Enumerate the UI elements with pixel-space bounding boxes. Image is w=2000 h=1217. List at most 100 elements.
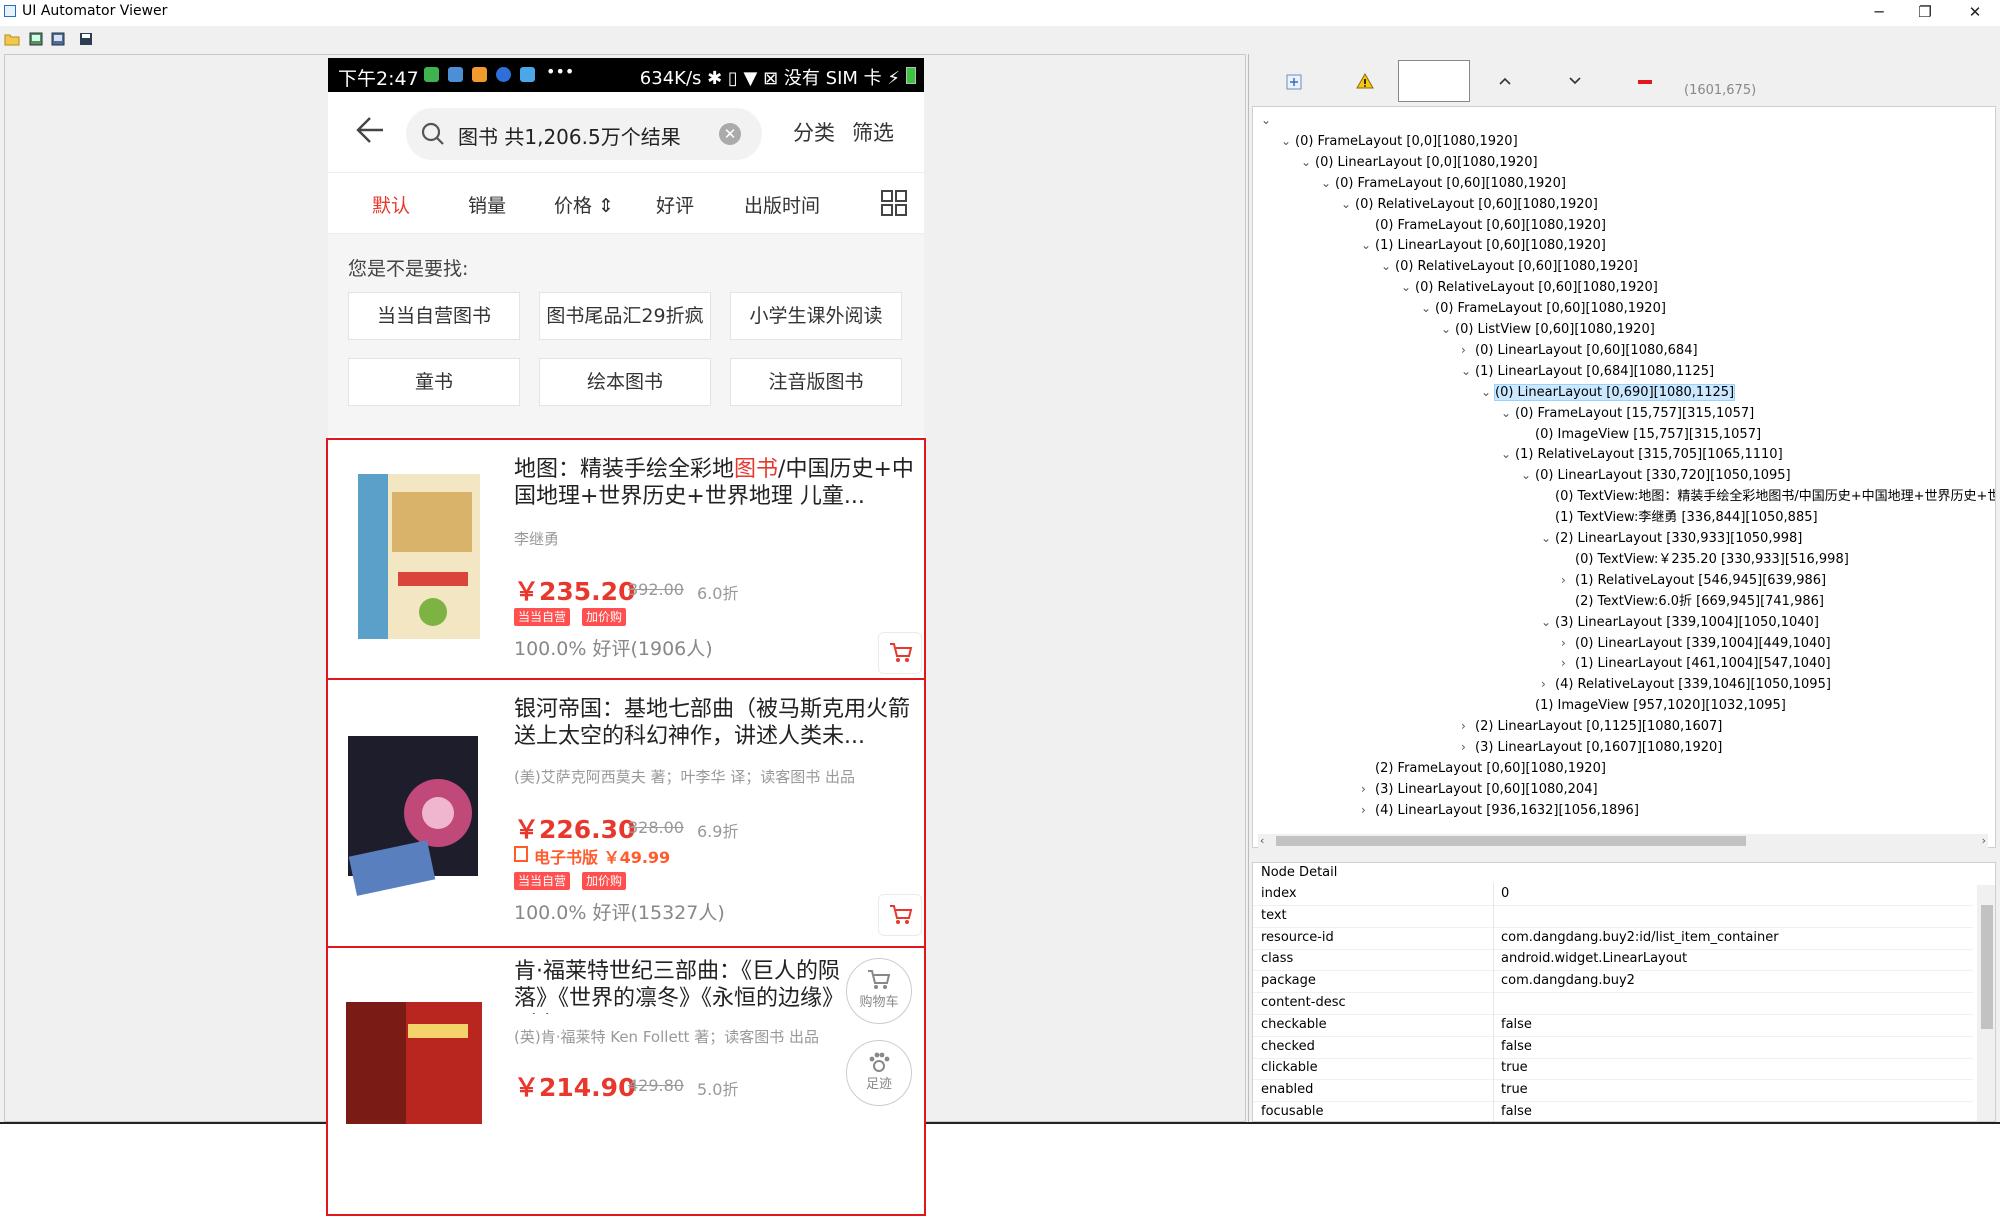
chevron-down-icon[interactable]: ⌄	[1421, 299, 1435, 318]
detail-row[interactable]: enabled true	[1253, 1079, 1973, 1103]
tree-node[interactable]: › (4) RelativeLayout [339,1046][1050,1095…	[1541, 675, 1831, 694]
tree-node[interactable]: (2) TextView:6.0折 [669,945][741,986]	[1561, 592, 1824, 611]
chevron-down-icon[interactable]: ⌄	[1521, 466, 1535, 485]
tree-node[interactable]: ⌄ (3) LinearLayout [339,1004][1050,1040]	[1541, 613, 1819, 632]
chevron-right-icon[interactable]: ›	[1541, 675, 1555, 694]
chevron-down-icon[interactable]: ⌄	[1501, 445, 1515, 464]
sort-publish-date-tab[interactable]: 出版时间	[744, 191, 820, 218]
chevron-down-icon[interactable]: ⌄	[1361, 236, 1375, 255]
detail-row[interactable]: content-desc	[1253, 992, 1973, 1015]
suggestion-chip[interactable]: 小学生课外阅读	[730, 292, 902, 340]
tree-node[interactable]: ⌄ (0) LinearLayout [330,720][1050,1095]	[1521, 466, 1791, 485]
chevron-down-icon[interactable]: ⌄	[1461, 362, 1475, 381]
device-screenshot-icon[interactable]	[28, 32, 44, 46]
tree-node[interactable]: ⌄ (0) FrameLayout [0,0][1080,1920]	[1281, 132, 1518, 151]
chevron-down-icon[interactable]: ⌄	[1541, 529, 1555, 548]
tree-node[interactable]: ⌄ (0) ListView [0,60][1080,1920]	[1441, 320, 1655, 339]
suggestion-chip[interactable]: 童书	[348, 358, 520, 406]
suggestion-chip[interactable]: 注音版图书	[730, 358, 902, 406]
tree-node[interactable]: (0) FrameLayout [0,60][1080,1920]	[1361, 216, 1606, 235]
tree-node[interactable]: ⌄ (0) RelativeLayout [0,60][1080,1920]	[1381, 257, 1638, 276]
chevron-right-icon[interactable]: ›	[1461, 738, 1475, 757]
chevron-right-icon[interactable]: ›	[1561, 634, 1575, 653]
chevron-right-icon[interactable]: ›	[1361, 780, 1375, 799]
chevron-right-icon[interactable]: ›	[1361, 801, 1375, 820]
tree-node[interactable]: (1) ImageView [957,1020][1032,1095]	[1521, 696, 1786, 715]
detail-row[interactable]: class android.widget.LinearLayout	[1253, 948, 1973, 972]
suggestion-chip[interactable]: 绘本图书	[539, 358, 711, 406]
tree-node[interactable]: ⌄ (0) LinearLayout [0,0][1080,1920]	[1301, 153, 1538, 172]
chevron-down-icon[interactable]: ⌄	[1501, 404, 1515, 423]
warning-icon[interactable]	[1356, 73, 1374, 89]
open-folder-icon[interactable]	[4, 32, 20, 46]
chevron-right-icon[interactable]: ›	[1561, 571, 1575, 590]
filter-button[interactable]: 筛选	[852, 117, 894, 147]
detail-row[interactable]: checkable false	[1253, 1013, 1973, 1037]
expand-all-icon[interactable]	[1286, 74, 1302, 90]
sort-sales-tab[interactable]: 销量	[468, 191, 506, 218]
sort-default-tab[interactable]: 默认	[372, 191, 410, 218]
tree-node[interactable]: ⌄	[1261, 111, 1275, 130]
sort-rating-tab[interactable]: 好评	[656, 191, 694, 218]
pane-splitter[interactable]	[1248, 54, 1249, 1122]
chevron-down-icon[interactable]: ⌄	[1261, 111, 1275, 130]
detail-row[interactable]: resource-id com.dangdang.buy2:id/list_ite…	[1253, 926, 1973, 950]
collapse-icon[interactable]	[1638, 80, 1652, 84]
tree-node[interactable]: ⌄ (0) RelativeLayout [0,60][1080,1920]	[1341, 195, 1598, 214]
back-arrow-icon[interactable]	[350, 112, 386, 148]
tree-node[interactable]: ⌄ (0) FrameLayout [15,757][315,1057]	[1501, 404, 1754, 423]
scrollbar-thumb[interactable]	[1981, 905, 1993, 1029]
tree-node[interactable]: (0) TextView:￥235.20 [330,933][516,998]	[1561, 550, 1849, 569]
search-field[interactable]: 图书 共1,206.5万个结果 ✕	[406, 108, 762, 160]
chevron-down-icon[interactable]: ⌄	[1321, 174, 1335, 193]
scroll-left-icon[interactable]: ‹	[1260, 834, 1264, 847]
tree-node[interactable]: (2) FrameLayout [0,60][1080,1920]	[1361, 759, 1606, 778]
tree-horizontal-scrollbar[interactable]: ‹ ›	[1258, 834, 1988, 848]
chevron-right-icon[interactable]: ›	[1461, 341, 1475, 360]
save-icon[interactable]	[78, 32, 94, 46]
close-button[interactable]: ✕	[1952, 0, 1998, 26]
tree-node[interactable]: ⌄ (0) LinearLayout [0,690][1080,1125]	[1481, 383, 1736, 402]
detail-row[interactable]: checked false	[1253, 1035, 1973, 1059]
tree-node[interactable]: › (1) LinearLayout [461,1004][547,1040]	[1561, 654, 1831, 673]
chevron-down-icon[interactable]: ⌄	[1541, 613, 1555, 632]
grid-view-icon[interactable]	[880, 189, 908, 217]
chevron-down-icon[interactable]: ⌄	[1381, 257, 1395, 276]
minimize-button[interactable]: ─	[1856, 0, 1902, 26]
tree-node[interactable]: ⌄ (1) LinearLayout [0,684][1080,1125]	[1461, 362, 1714, 381]
tree-node[interactable]: (1) TextView:李继勇 [336,844][1050,885]	[1541, 508, 1818, 527]
compressed-screenshot-icon[interactable]	[50, 32, 66, 46]
chevron-down-icon[interactable]: ⌄	[1341, 195, 1355, 214]
tree-node[interactable]: ⌄ (0) FrameLayout [0,60][1080,1920]	[1421, 299, 1666, 318]
detail-row[interactable]: focusable false	[1253, 1101, 1973, 1121]
scrollbar-thumb[interactable]	[1276, 836, 1746, 846]
tree-node[interactable]: › (4) LinearLayout [936,1632][1056,1896]	[1361, 801, 1639, 820]
tree-node[interactable]: › (0) LinearLayout [339,1004][449,1040]	[1561, 634, 1831, 653]
chevron-right-icon[interactable]: ›	[1461, 717, 1475, 736]
detail-vertical-scrollbar[interactable]	[1977, 885, 1995, 1121]
tree-node[interactable]: ⌄ (2) LinearLayout [330,933][1050,998]	[1541, 529, 1802, 548]
chevron-right-icon[interactable]: ›	[1561, 654, 1575, 673]
category-button[interactable]: 分类	[793, 117, 835, 147]
maximize-button[interactable]: ❐	[1902, 0, 1948, 26]
chevron-down-icon[interactable]: ⌄	[1281, 132, 1295, 151]
tree-node[interactable]: ⌄ (1) RelativeLayout [315,705][1065,1110]	[1501, 445, 1783, 464]
chevron-down-icon[interactable]: ⌄	[1441, 320, 1455, 339]
detail-row[interactable]: clickable true	[1253, 1057, 1973, 1081]
detail-row[interactable]: text	[1253, 904, 1973, 928]
chevron-down-icon[interactable]: ⌄	[1401, 278, 1415, 297]
tree-node[interactable]: ⌄ (0) RelativeLayout [0,60][1080,1920]	[1401, 278, 1658, 297]
scroll-right-icon[interactable]: ›	[1982, 834, 1986, 847]
suggestion-chip[interactable]: 当当自营图书	[348, 292, 520, 340]
tree-node[interactable]: › (0) LinearLayout [0,60][1080,684]	[1461, 341, 1698, 360]
search-node-input[interactable]	[1398, 60, 1470, 102]
tree-node[interactable]: › (2) LinearLayout [0,1125][1080,1607]	[1461, 717, 1722, 736]
tree-node[interactable]: ⌄ (1) LinearLayout [0,60][1080,1920]	[1361, 236, 1606, 255]
suggestion-chip[interactable]: 图书尾品汇29折疯	[539, 292, 711, 340]
detail-row[interactable]: package com.dangdang.buy2	[1253, 970, 1973, 994]
chevron-down-icon[interactable]: ⌄	[1301, 153, 1315, 172]
tree-node[interactable]: › (3) LinearLayout [0,60][1080,204]	[1361, 780, 1598, 799]
tree-node[interactable]: (0) ImageView [15,757][315,1057]	[1521, 425, 1761, 444]
tree-node[interactable]: › (3) LinearLayout [0,1607][1080,1920]	[1461, 738, 1722, 757]
clear-search-icon[interactable]: ✕	[719, 123, 741, 145]
